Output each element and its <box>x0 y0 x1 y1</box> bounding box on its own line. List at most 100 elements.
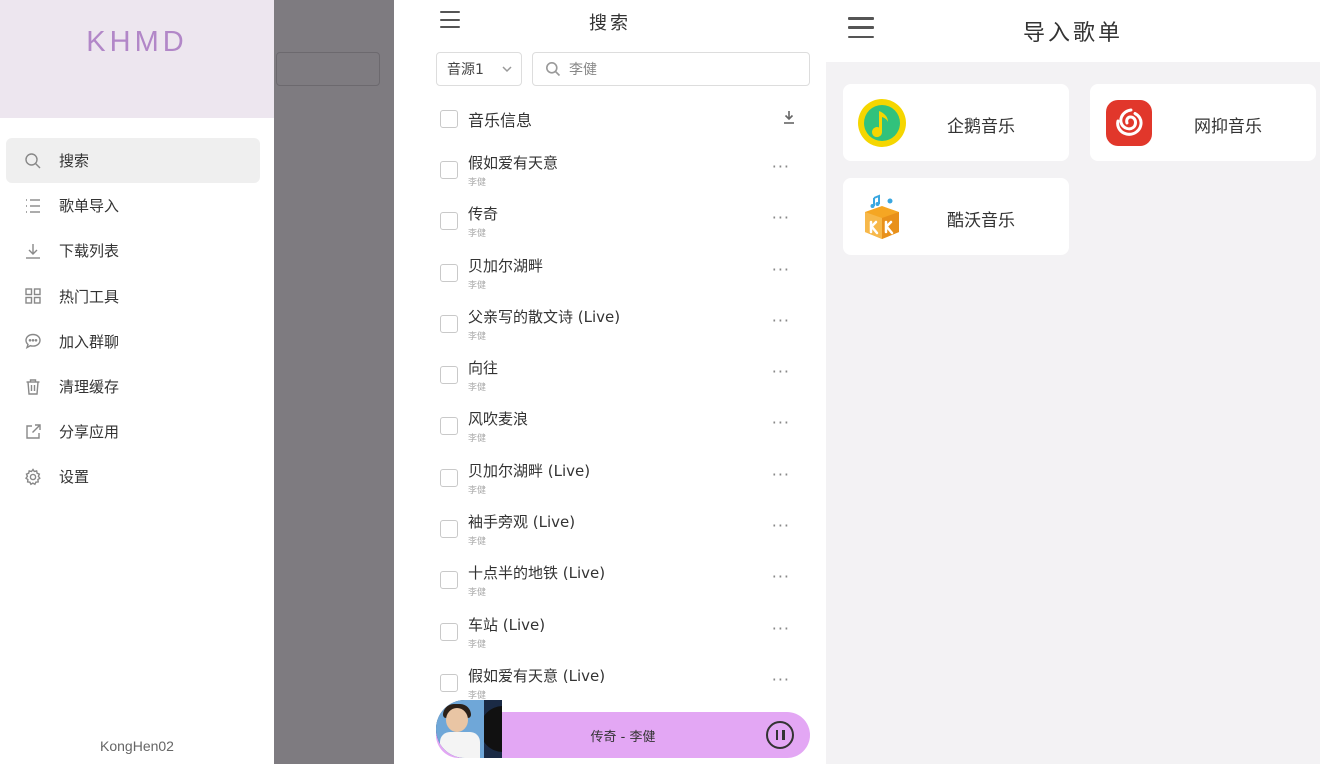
nav-item-clear-cache[interactable]: 清理缓存 <box>0 364 274 409</box>
song-artist: 李健 <box>468 383 487 394</box>
nav-item-label: 搜索 <box>59 152 90 171</box>
import-panel: 导入歌单 企鹅音乐 网抑音乐 酷沃音乐 <box>826 0 1320 764</box>
more-icon[interactable]: ··· <box>772 465 790 484</box>
nav-item-downloads[interactable]: 下载列表 <box>0 228 274 273</box>
nav-item-label: 分享应用 <box>59 423 120 442</box>
grid-icon <box>22 285 44 307</box>
page-title: 导入歌单 <box>1022 21 1123 46</box>
song-title: 贝加尔湖畔 (Live) <box>468 461 591 480</box>
song-checkbox[interactable] <box>440 520 458 539</box>
import-source-label: 网抑音乐 <box>1194 117 1262 137</box>
search-icon <box>546 62 561 77</box>
list-item[interactable]: 车站 (Live) 李健 ··· <box>440 613 800 664</box>
list-item[interactable]: 向往 李健 ··· <box>440 356 800 407</box>
import-source-netease-music[interactable]: 网抑音乐 <box>1090 84 1316 161</box>
song-title: 车站 (Live) <box>468 615 546 634</box>
song-checkbox[interactable] <box>440 314 458 333</box>
mini-player[interactable]: 传奇 - 李健 <box>436 700 810 758</box>
list-icon <box>22 195 44 217</box>
search-panel: 搜索 音源1 李健 音乐信息 假如爱有天意 李健 ··· 传奇 李健 ··· 贝… <box>394 0 826 764</box>
search-input-value: 李健 <box>569 62 597 78</box>
song-artist: 李健 <box>468 178 487 188</box>
nav-item-hot-tools[interactable]: 热门工具 <box>0 274 274 319</box>
chat-icon <box>22 330 44 352</box>
import-source-label: 企鹅音乐 <box>947 117 1015 137</box>
source-select[interactable]: 音源1 <box>436 52 522 86</box>
nav-item-join-group[interactable]: 加入群聊 <box>0 319 274 364</box>
song-checkbox[interactable] <box>440 366 458 385</box>
more-icon[interactable]: ··· <box>772 567 790 586</box>
list-item[interactable]: 贝加尔湖畔 李健 ··· <box>440 254 800 305</box>
more-icon[interactable]: ··· <box>772 362 790 381</box>
song-artist: 李健 <box>468 229 487 240</box>
list-item[interactable]: 贝加尔湖畔 (Live) 李健 ··· <box>440 459 800 510</box>
more-icon[interactable]: ··· <box>772 208 790 227</box>
list-item[interactable]: 传奇 李健 ··· <box>440 202 800 253</box>
list-item[interactable]: 父亲写的散文诗 (Live) 李健 ··· <box>440 305 800 356</box>
app-logo: KHMD <box>86 26 188 58</box>
song-checkbox[interactable] <box>440 673 458 692</box>
source-select-value: 音源1 <box>447 62 484 78</box>
nav-item-playlist-import[interactable]: 歌单导入 <box>0 183 274 228</box>
search-input[interactable]: 李健 <box>532 52 810 86</box>
gear-icon <box>22 466 44 488</box>
more-icon[interactable]: ··· <box>772 260 790 279</box>
song-checkbox[interactable] <box>440 263 458 282</box>
import-source-kuwo-music[interactable]: 酷沃音乐 <box>843 178 1069 255</box>
select-all-checkbox[interactable] <box>440 110 458 128</box>
song-artist: 李健 <box>468 280 487 291</box>
song-title: 假如爱有天意 <box>468 154 559 172</box>
list-item[interactable]: 袖手旁观 (Live) 李健 ··· <box>440 510 800 561</box>
drawer-menu: 搜索 歌单导入 下载列表 热门工具 加入群聊 清理缓存 分享应用 设置 <box>0 138 274 500</box>
nav-item-search[interactable]: 搜索 <box>0 138 274 184</box>
kuwo-music-icon <box>857 192 907 242</box>
nav-item-label: 清理缓存 <box>59 378 120 397</box>
list-item[interactable]: 十点半的地铁 (Live) 李健 ··· <box>440 561 800 612</box>
drawer-panel: KHMD 搜索 歌单导入 下载列表 热门工具 加入群聊 清理缓存 分享应用 设置… <box>0 0 394 764</box>
drawer-footer-author: KongHen02 <box>100 738 174 754</box>
song-checkbox[interactable] <box>440 622 458 641</box>
song-title: 十点半的地铁 (Live) <box>468 564 606 583</box>
song-title: 风吹麦浪 <box>468 410 529 429</box>
song-list: 假如爱有天意 李健 ··· 传奇 李健 ··· 贝加尔湖畔 李健 ··· 父亲写… <box>440 151 800 715</box>
import-source-label: 酷沃音乐 <box>947 211 1015 231</box>
nav-item-label: 设置 <box>59 468 90 487</box>
more-icon[interactable]: ··· <box>772 619 790 638</box>
song-artist: 李健 <box>468 639 487 650</box>
list-item[interactable]: 风吹麦浪 李健 ··· <box>440 407 800 458</box>
song-checkbox[interactable] <box>440 161 458 179</box>
more-icon[interactable]: ··· <box>772 516 790 535</box>
chevron-down-icon <box>501 63 513 75</box>
more-icon[interactable]: ··· <box>772 311 790 330</box>
list-item[interactable]: 假如爱有天意 李健 ··· <box>440 151 800 202</box>
song-title: 假如爱有天意 (Live) <box>468 666 606 685</box>
song-checkbox[interactable] <box>440 212 458 231</box>
more-icon[interactable]: ··· <box>772 413 790 432</box>
import-header: 导入歌单 <box>826 0 1320 62</box>
dimmed-search-input <box>276 52 380 86</box>
more-icon[interactable]: ··· <box>772 670 790 689</box>
nav-item-settings[interactable]: 设置 <box>0 454 274 499</box>
song-artist: 李健 <box>468 588 487 599</box>
download-icon <box>22 240 44 262</box>
download-icon[interactable] <box>782 109 798 125</box>
song-title: 传奇 <box>468 205 499 224</box>
trash-icon <box>22 376 44 398</box>
more-icon[interactable]: ··· <box>772 157 790 176</box>
nav-item-share-app[interactable]: 分享应用 <box>0 409 274 454</box>
nav-item-label: 歌单导入 <box>59 197 120 216</box>
drawer-header: KHMD <box>0 0 274 118</box>
song-checkbox[interactable] <box>440 417 458 436</box>
song-checkbox[interactable] <box>440 468 458 487</box>
song-artist: 李健 <box>468 537 487 548</box>
song-checkbox[interactable] <box>440 571 458 590</box>
share-icon <box>22 421 44 443</box>
song-artist: 李健 <box>468 331 487 342</box>
pause-button[interactable] <box>766 721 794 749</box>
now-playing-text: 传奇 - 李健 <box>590 730 656 745</box>
import-source-qq-music[interactable]: 企鹅音乐 <box>843 84 1069 161</box>
song-title: 贝加尔湖畔 <box>468 256 544 275</box>
qq-music-icon <box>857 98 907 148</box>
nav-item-label: 热门工具 <box>59 287 120 306</box>
search-header: 搜索 <box>394 0 826 44</box>
